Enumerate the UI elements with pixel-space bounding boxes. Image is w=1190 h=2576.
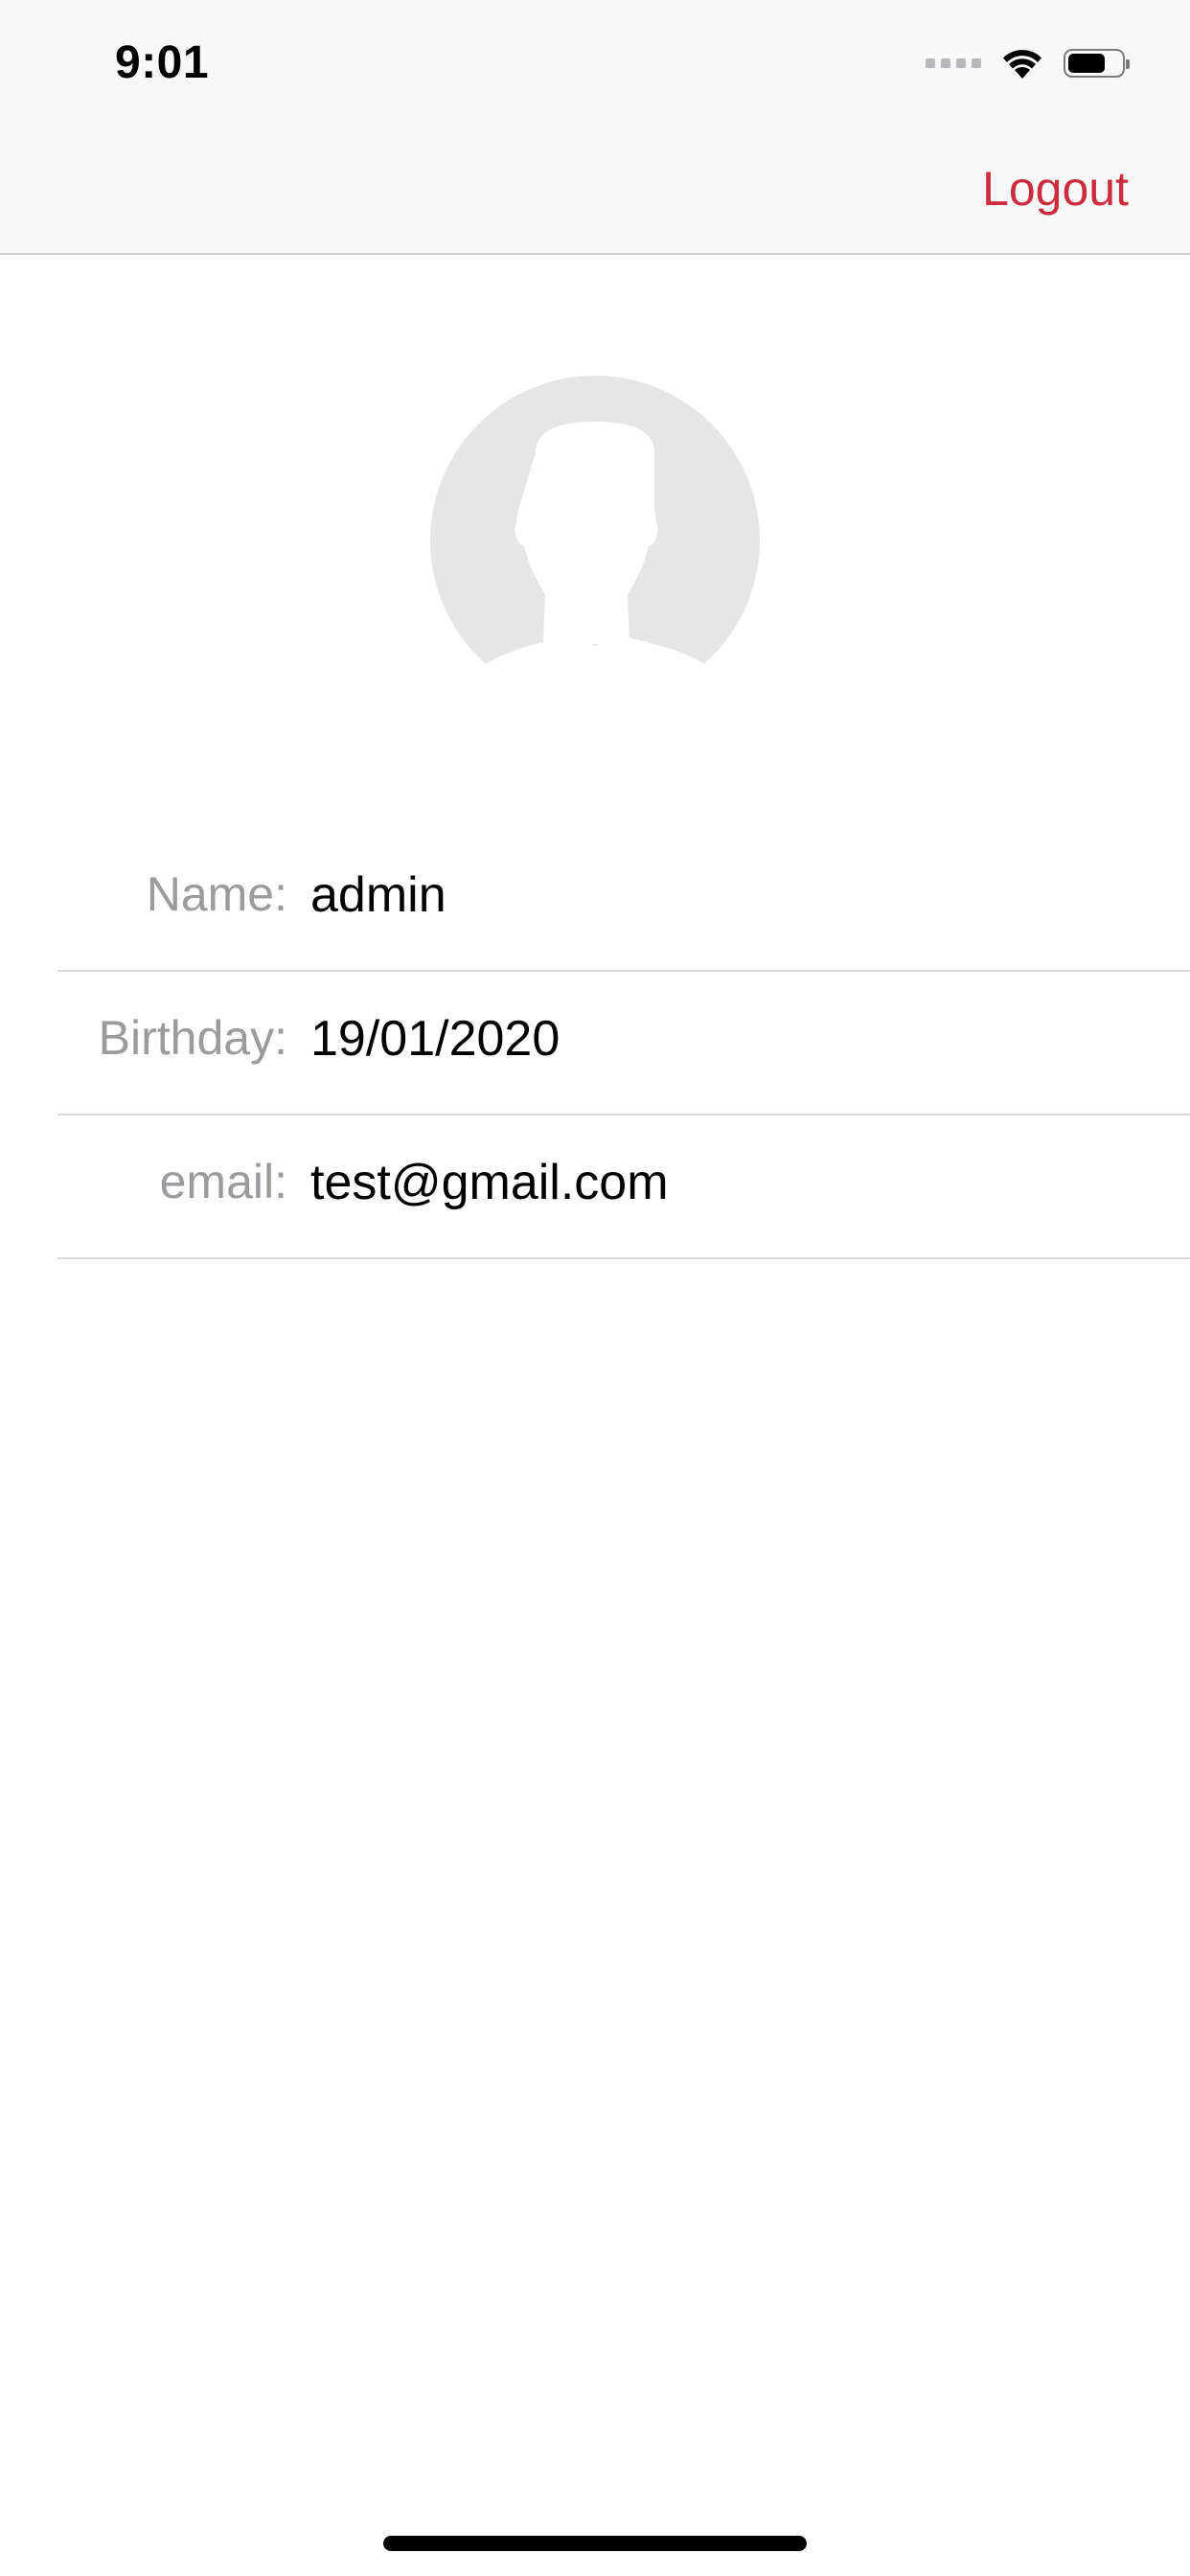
status-icons	[926, 42, 1130, 84]
navigation-bar: 9:01 Logout	[0, 0, 1190, 255]
field-value: test@gmail.com	[310, 1155, 669, 1210]
logout-button[interactable]: Logout	[982, 161, 1129, 217]
field-label: email:	[159, 1155, 287, 1208]
field-row-name: Name: admin	[0, 828, 1190, 972]
field-label: Name:	[146, 867, 287, 921]
field-label: Birthday:	[98, 1011, 287, 1065]
battery-icon	[1064, 49, 1130, 78]
profile-fields: Name: admin Birthday: 19/01/2020 email: …	[0, 828, 1190, 1259]
field-row-email: email: test@gmail.com	[0, 1116, 1190, 1259]
profile-screen: 9:01 Logout Name: admin Birthday: 19/01/…	[0, 0, 1190, 2576]
person-silhouette-icon	[430, 376, 760, 705]
field-row-birthday: Birthday: 19/01/2020	[0, 972, 1190, 1116]
cellular-signal-icon	[926, 44, 981, 82]
field-value: 19/01/2020	[310, 1011, 561, 1067]
field-value: admin	[310, 867, 446, 923]
wifi-icon	[1003, 50, 1041, 79]
home-indicator[interactable]	[383, 2536, 807, 2551]
status-time: 9:01	[115, 37, 210, 88]
